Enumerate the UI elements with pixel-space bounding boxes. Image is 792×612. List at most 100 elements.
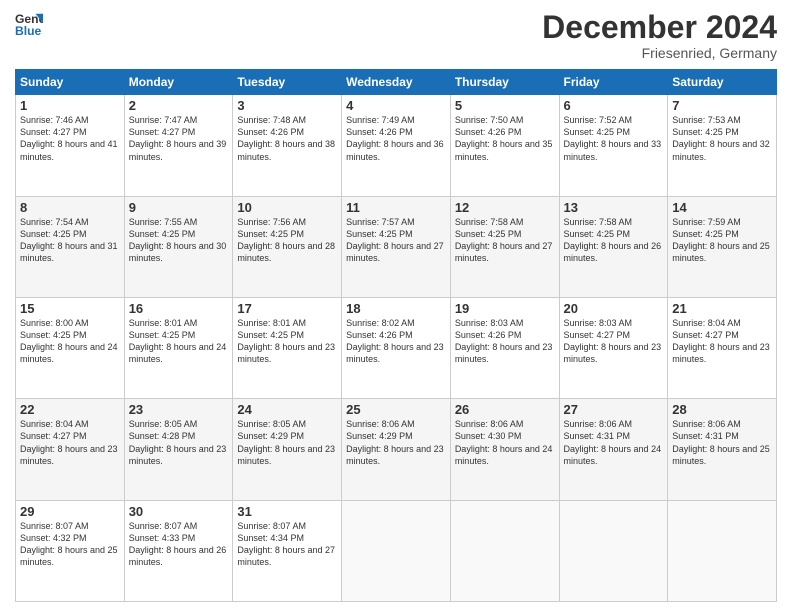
- day-number: 13: [564, 200, 664, 215]
- cell-details: Sunrise: 8:03 AMSunset: 4:27 PMDaylight:…: [564, 317, 664, 366]
- logo: General Blue: [15, 10, 43, 38]
- day-number: 17: [237, 301, 337, 316]
- day-number: 6: [564, 98, 664, 113]
- cell-details: Sunrise: 7:48 AMSunset: 4:26 PMDaylight:…: [237, 114, 337, 163]
- cell-details: Sunrise: 7:58 AMSunset: 4:25 PMDaylight:…: [564, 216, 664, 265]
- calendar-cell: 25Sunrise: 8:06 AMSunset: 4:29 PMDayligh…: [342, 399, 451, 500]
- weekday-header: Friday: [559, 70, 668, 95]
- cell-details: Sunrise: 7:58 AMSunset: 4:25 PMDaylight:…: [455, 216, 555, 265]
- cell-details: Sunrise: 7:52 AMSunset: 4:25 PMDaylight:…: [564, 114, 664, 163]
- calendar-cell: 15Sunrise: 8:00 AMSunset: 4:25 PMDayligh…: [16, 297, 125, 398]
- day-number: 21: [672, 301, 772, 316]
- calendar-cell: 16Sunrise: 8:01 AMSunset: 4:25 PMDayligh…: [124, 297, 233, 398]
- day-number: 7: [672, 98, 772, 113]
- calendar-cell: 6Sunrise: 7:52 AMSunset: 4:25 PMDaylight…: [559, 95, 668, 196]
- cell-details: Sunrise: 8:06 AMSunset: 4:31 PMDaylight:…: [564, 418, 664, 467]
- calendar-week-row: 22Sunrise: 8:04 AMSunset: 4:27 PMDayligh…: [16, 399, 777, 500]
- main-title: December 2024: [542, 10, 777, 45]
- cell-details: Sunrise: 8:05 AMSunset: 4:28 PMDaylight:…: [129, 418, 229, 467]
- day-number: 15: [20, 301, 120, 316]
- calendar-cell: 27Sunrise: 8:06 AMSunset: 4:31 PMDayligh…: [559, 399, 668, 500]
- day-number: 27: [564, 402, 664, 417]
- cell-details: Sunrise: 8:06 AMSunset: 4:29 PMDaylight:…: [346, 418, 446, 467]
- calendar-cell: 14Sunrise: 7:59 AMSunset: 4:25 PMDayligh…: [668, 196, 777, 297]
- calendar-cell: 3Sunrise: 7:48 AMSunset: 4:26 PMDaylight…: [233, 95, 342, 196]
- header: General Blue December 2024 Friesenried, …: [15, 10, 777, 61]
- day-number: 31: [237, 504, 337, 519]
- calendar-cell: [559, 500, 668, 601]
- cell-details: Sunrise: 7:57 AMSunset: 4:25 PMDaylight:…: [346, 216, 446, 265]
- day-number: 25: [346, 402, 446, 417]
- cell-details: Sunrise: 8:00 AMSunset: 4:25 PMDaylight:…: [20, 317, 120, 366]
- day-number: 10: [237, 200, 337, 215]
- cell-details: Sunrise: 7:46 AMSunset: 4:27 PMDaylight:…: [20, 114, 120, 163]
- calendar-cell: [342, 500, 451, 601]
- cell-details: Sunrise: 7:50 AMSunset: 4:26 PMDaylight:…: [455, 114, 555, 163]
- day-number: 1: [20, 98, 120, 113]
- calendar-cell: 29Sunrise: 8:07 AMSunset: 4:32 PMDayligh…: [16, 500, 125, 601]
- calendar-week-row: 8Sunrise: 7:54 AMSunset: 4:25 PMDaylight…: [16, 196, 777, 297]
- calendar-cell: 4Sunrise: 7:49 AMSunset: 4:26 PMDaylight…: [342, 95, 451, 196]
- cell-details: Sunrise: 7:55 AMSunset: 4:25 PMDaylight:…: [129, 216, 229, 265]
- cell-details: Sunrise: 8:01 AMSunset: 4:25 PMDaylight:…: [237, 317, 337, 366]
- calendar-cell: 28Sunrise: 8:06 AMSunset: 4:31 PMDayligh…: [668, 399, 777, 500]
- day-number: 19: [455, 301, 555, 316]
- day-number: 4: [346, 98, 446, 113]
- cell-details: Sunrise: 7:54 AMSunset: 4:25 PMDaylight:…: [20, 216, 120, 265]
- calendar-header-row: SundayMondayTuesdayWednesdayThursdayFrid…: [16, 70, 777, 95]
- calendar-cell: 11Sunrise: 7:57 AMSunset: 4:25 PMDayligh…: [342, 196, 451, 297]
- cell-details: Sunrise: 8:01 AMSunset: 4:25 PMDaylight:…: [129, 317, 229, 366]
- calendar-week-row: 15Sunrise: 8:00 AMSunset: 4:25 PMDayligh…: [16, 297, 777, 398]
- day-number: 11: [346, 200, 446, 215]
- day-number: 18: [346, 301, 446, 316]
- cell-details: Sunrise: 7:53 AMSunset: 4:25 PMDaylight:…: [672, 114, 772, 163]
- calendar-cell: 20Sunrise: 8:03 AMSunset: 4:27 PMDayligh…: [559, 297, 668, 398]
- cell-details: Sunrise: 8:04 AMSunset: 4:27 PMDaylight:…: [672, 317, 772, 366]
- day-number: 29: [20, 504, 120, 519]
- subtitle: Friesenried, Germany: [542, 45, 777, 61]
- calendar-cell: 10Sunrise: 7:56 AMSunset: 4:25 PMDayligh…: [233, 196, 342, 297]
- day-number: 8: [20, 200, 120, 215]
- weekday-header: Monday: [124, 70, 233, 95]
- logo-icon: General Blue: [15, 10, 43, 38]
- calendar-cell: 30Sunrise: 8:07 AMSunset: 4:33 PMDayligh…: [124, 500, 233, 601]
- weekday-header: Saturday: [668, 70, 777, 95]
- cell-details: Sunrise: 8:04 AMSunset: 4:27 PMDaylight:…: [20, 418, 120, 467]
- day-number: 3: [237, 98, 337, 113]
- cell-details: Sunrise: 8:07 AMSunset: 4:33 PMDaylight:…: [129, 520, 229, 569]
- calendar-cell: 26Sunrise: 8:06 AMSunset: 4:30 PMDayligh…: [450, 399, 559, 500]
- weekday-header: Sunday: [16, 70, 125, 95]
- cell-details: Sunrise: 7:47 AMSunset: 4:27 PMDaylight:…: [129, 114, 229, 163]
- day-number: 14: [672, 200, 772, 215]
- calendar-week-row: 29Sunrise: 8:07 AMSunset: 4:32 PMDayligh…: [16, 500, 777, 601]
- weekday-header: Wednesday: [342, 70, 451, 95]
- title-block: December 2024 Friesenried, Germany: [542, 10, 777, 61]
- calendar-cell: 21Sunrise: 8:04 AMSunset: 4:27 PMDayligh…: [668, 297, 777, 398]
- day-number: 24: [237, 402, 337, 417]
- calendar-cell: 17Sunrise: 8:01 AMSunset: 4:25 PMDayligh…: [233, 297, 342, 398]
- calendar-cell: 23Sunrise: 8:05 AMSunset: 4:28 PMDayligh…: [124, 399, 233, 500]
- calendar-cell: 18Sunrise: 8:02 AMSunset: 4:26 PMDayligh…: [342, 297, 451, 398]
- calendar-table: SundayMondayTuesdayWednesdayThursdayFrid…: [15, 69, 777, 602]
- cell-details: Sunrise: 8:03 AMSunset: 4:26 PMDaylight:…: [455, 317, 555, 366]
- calendar-cell: 19Sunrise: 8:03 AMSunset: 4:26 PMDayligh…: [450, 297, 559, 398]
- day-number: 9: [129, 200, 229, 215]
- calendar-cell: 31Sunrise: 8:07 AMSunset: 4:34 PMDayligh…: [233, 500, 342, 601]
- calendar-week-row: 1Sunrise: 7:46 AMSunset: 4:27 PMDaylight…: [16, 95, 777, 196]
- calendar-cell: [450, 500, 559, 601]
- day-number: 28: [672, 402, 772, 417]
- weekday-header: Tuesday: [233, 70, 342, 95]
- day-number: 20: [564, 301, 664, 316]
- day-number: 16: [129, 301, 229, 316]
- day-number: 30: [129, 504, 229, 519]
- calendar-cell: 2Sunrise: 7:47 AMSunset: 4:27 PMDaylight…: [124, 95, 233, 196]
- svg-text:Blue: Blue: [15, 24, 42, 38]
- calendar-cell: 5Sunrise: 7:50 AMSunset: 4:26 PMDaylight…: [450, 95, 559, 196]
- day-number: 23: [129, 402, 229, 417]
- calendar-cell: 22Sunrise: 8:04 AMSunset: 4:27 PMDayligh…: [16, 399, 125, 500]
- calendar-cell: [668, 500, 777, 601]
- calendar-cell: 1Sunrise: 7:46 AMSunset: 4:27 PMDaylight…: [16, 95, 125, 196]
- cell-details: Sunrise: 8:05 AMSunset: 4:29 PMDaylight:…: [237, 418, 337, 467]
- calendar-cell: 9Sunrise: 7:55 AMSunset: 4:25 PMDaylight…: [124, 196, 233, 297]
- cell-details: Sunrise: 8:02 AMSunset: 4:26 PMDaylight:…: [346, 317, 446, 366]
